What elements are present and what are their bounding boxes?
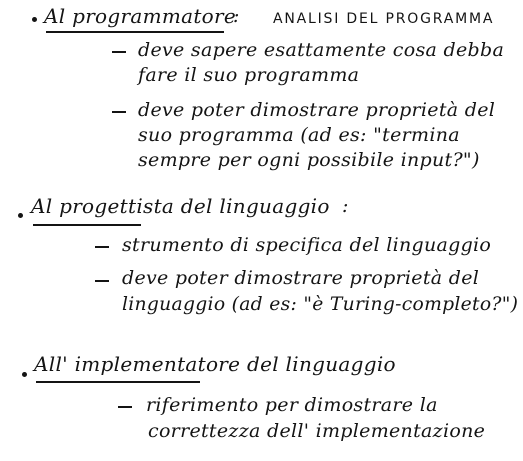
- bullet-dot: [32, 17, 37, 22]
- heading-underline: [33, 224, 141, 226]
- section-heading: All' implementatore del linguaggio: [34, 352, 396, 376]
- list-dash: [112, 51, 126, 53]
- list-item-line: correttezza dell' implementazione: [148, 420, 486, 442]
- bullet-dot: [22, 372, 27, 377]
- handwritten-notes-page: Al programmatore : ANALISI DEL PROGRAMMA…: [0, 0, 523, 461]
- list-dash: [95, 280, 109, 282]
- list-dash: [95, 246, 109, 248]
- section-subtitle: ANALISI DEL PROGRAMMA: [273, 11, 495, 27]
- list-dash: [112, 111, 126, 113]
- section-heading: Al progettista del linguaggio: [31, 194, 330, 218]
- list-item-line: riferimento per dimostrare la: [146, 394, 438, 416]
- section-heading: Al programmatore: [44, 4, 237, 28]
- heading-separator: :: [342, 195, 349, 217]
- heading-underline: [46, 31, 224, 33]
- list-item-line: strumento di specifica del linguaggio: [122, 234, 492, 256]
- heading-separator: :: [233, 5, 240, 27]
- bullet-dot: [18, 213, 23, 218]
- list-item-line: deve sapere esattamente cosa debba: [138, 39, 505, 61]
- heading-underline: [36, 381, 200, 383]
- list-item-line: deve poter dimostrare proprietà del: [138, 99, 496, 121]
- list-dash: [118, 406, 132, 408]
- list-item-line: linguaggio (ad es: "è Turing-completo?"): [122, 293, 519, 315]
- list-item-line: deve poter dimostrare proprietà del: [122, 267, 480, 289]
- list-item-line: suo programma (ad es: "termina: [138, 124, 460, 146]
- list-item-line: fare il suo programma: [138, 64, 360, 86]
- list-item-line: sempre per ogni possibile input?"): [138, 149, 480, 171]
